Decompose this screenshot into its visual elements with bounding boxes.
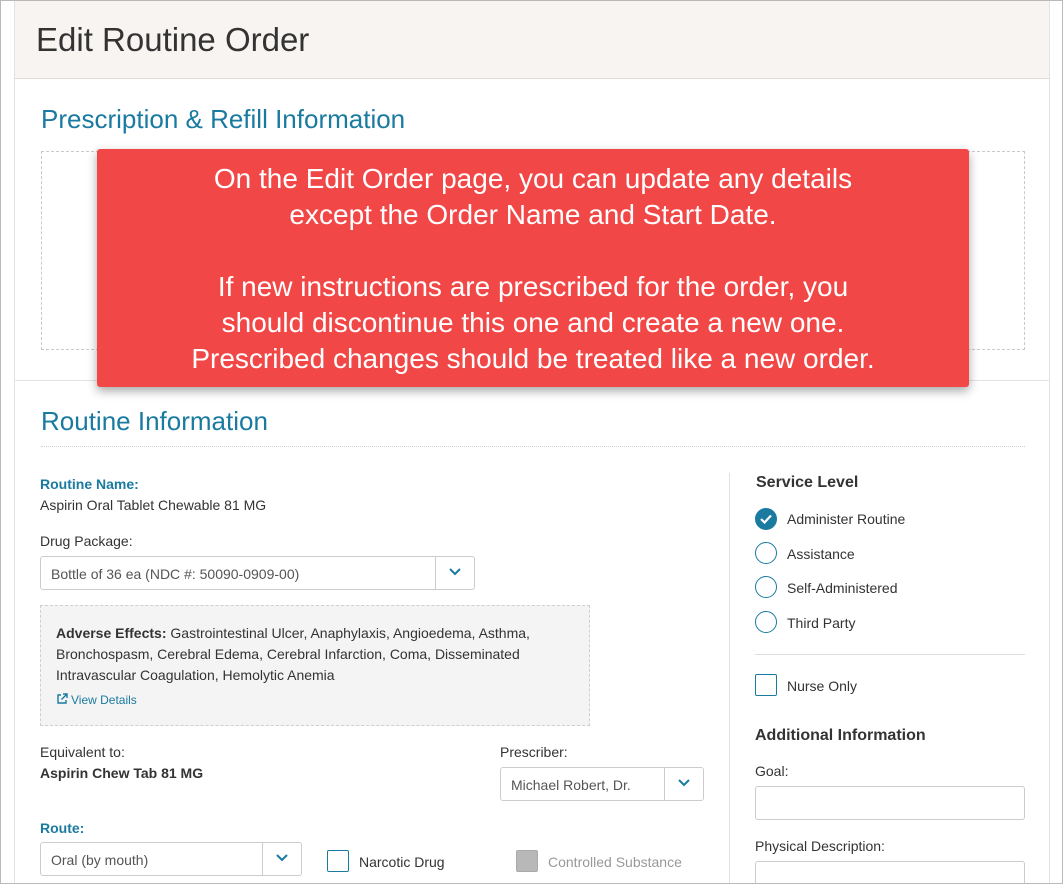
equivalent-value: Aspirin Chew Tab 81 MG xyxy=(40,765,204,781)
adverse-effects-list-2: Bronchospasm, Cerebral Edema, Cerebral I… xyxy=(56,646,520,662)
option-self-administered: Self-Administered xyxy=(787,580,898,596)
routine-title-rule xyxy=(41,446,1025,447)
callout-line: If new instructions are prescribed for t… xyxy=(217,271,849,302)
adverse-effects-panel: Adverse Effects: Gastrointestinal Ulcer,… xyxy=(40,605,590,726)
nurse-only-checkbox[interactable] xyxy=(755,674,777,696)
goal-input[interactable] xyxy=(755,786,1025,820)
drug-package-value: Bottle of 36 ea (NDC #: 50090-0909-00) xyxy=(51,566,300,582)
adverse-effects-list-3: Intravascular Coagulation, Hemolytic Ane… xyxy=(56,667,335,683)
route-label: Route: xyxy=(40,820,85,836)
controlled-substance-label: Controlled Substance xyxy=(548,854,682,870)
service-level-divider xyxy=(755,654,1025,655)
narcotic-drug-checkbox[interactable] xyxy=(327,850,349,872)
chevron-down-icon xyxy=(678,779,690,787)
prescriber-value: Michael Robert, Dr. xyxy=(511,777,631,793)
prescriber-dropdown-button[interactable] xyxy=(664,768,703,800)
info-callout: On the Edit Order page, you can update a… xyxy=(97,149,969,387)
option-assistance: Assistance xyxy=(787,546,855,562)
radio-administer-routine[interactable] xyxy=(755,508,777,530)
routine-name-label: Routine Name: xyxy=(40,476,139,492)
radio-assistance[interactable] xyxy=(755,542,777,564)
column-divider xyxy=(729,473,730,883)
view-details-link[interactable]: View Details xyxy=(56,693,137,707)
page-header: Edit Routine Order xyxy=(14,1,1050,79)
radio-self-administered[interactable] xyxy=(755,576,777,598)
controlled-substance-checkbox xyxy=(516,850,538,872)
service-level-title: Service Level xyxy=(756,474,859,491)
prescriber-select[interactable]: Michael Robert, Dr. xyxy=(500,767,704,801)
route-dropdown-button[interactable] xyxy=(262,843,301,875)
route-value: Oral (by mouth) xyxy=(51,852,149,868)
additional-info-title: Additional Information xyxy=(755,727,926,744)
callout-line: except the Order Name and Start Date. xyxy=(289,199,777,230)
physical-description-input[interactable] xyxy=(755,861,1025,883)
view-details-label: View Details xyxy=(71,693,137,707)
drug-package-label: Drug Package: xyxy=(40,533,133,549)
checkmark-icon xyxy=(760,514,772,524)
prescription-section-title: Prescription & Refill Information xyxy=(41,104,406,134)
callout-paragraph-2: If new instructions are prescribed for t… xyxy=(97,269,969,377)
nurse-only-label: Nurse Only xyxy=(787,678,858,694)
app-frame: Edit Routine Order Prescription & Refill… xyxy=(0,0,1063,884)
drug-package-select[interactable]: Bottle of 36 ea (NDC #: 50090-0909-00) xyxy=(40,556,475,590)
callout-line: On the Edit Order page, you can update a… xyxy=(213,163,853,194)
adverse-effects-text: Adverse Effects: Gastrointestinal Ulcer,… xyxy=(56,623,576,686)
option-third-party: Third Party xyxy=(787,615,856,631)
option-administer-routine: Administer Routine xyxy=(787,511,906,527)
external-link-icon xyxy=(57,693,68,704)
route-select[interactable]: Oral (by mouth) xyxy=(40,842,302,876)
equivalent-label: Equivalent to: xyxy=(40,744,125,760)
page-title: Edit Routine Order xyxy=(36,21,310,58)
goal-label: Goal: xyxy=(755,763,789,779)
chevron-down-icon xyxy=(449,568,461,576)
routine-section-title: Routine Information xyxy=(41,406,268,436)
physical-description-label: Physical Description: xyxy=(755,838,885,854)
drug-package-dropdown-button[interactable] xyxy=(435,557,474,589)
callout-line: should discontinue this one and create a… xyxy=(221,307,845,338)
adverse-effects-label: Adverse Effects: xyxy=(56,625,167,641)
callout-line: Prescribed changes should be treated lik… xyxy=(191,343,875,374)
routine-name-value: Aspirin Oral Tablet Chewable 81 MG xyxy=(40,497,267,513)
callout-paragraph-1: On the Edit Order page, you can update a… xyxy=(97,161,969,233)
narcotic-drug-label: Narcotic Drug xyxy=(359,854,445,870)
prescriber-label: Prescriber: xyxy=(500,744,568,760)
chevron-down-icon xyxy=(276,854,288,862)
radio-third-party[interactable] xyxy=(755,611,777,633)
adverse-effects-list-1: Gastrointestinal Ulcer, Anaphylaxis, Ang… xyxy=(170,625,530,641)
